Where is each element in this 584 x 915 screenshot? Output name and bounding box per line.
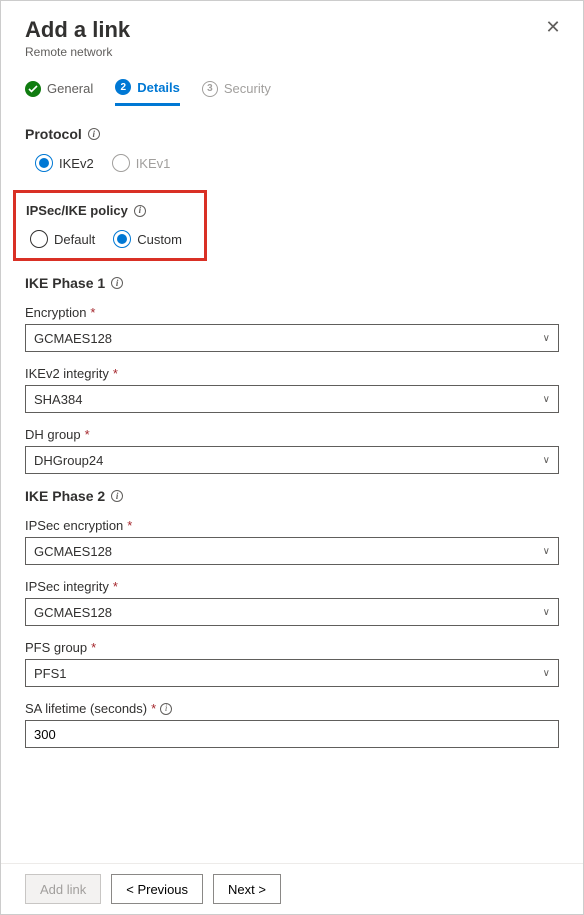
close-icon[interactable]: ✕	[545, 19, 561, 35]
info-icon[interactable]: i	[160, 703, 172, 715]
ipsec-policy-heading: IPSec/IKE policy i	[26, 203, 194, 218]
panel-subtitle: Remote network	[25, 45, 559, 59]
radio-ikev2[interactable]: IKEv2	[35, 154, 94, 172]
step-2-icon: 2	[115, 79, 131, 95]
ike-phase-1-heading: IKE Phase 1 i	[25, 275, 559, 291]
ipsec-integrity-value: GCMAES128	[34, 605, 112, 620]
info-icon[interactable]: i	[111, 490, 123, 502]
encryption-select[interactable]: GCMAES128 ∨	[25, 324, 559, 352]
ipsec-encryption-label: IPSec encryption*	[25, 518, 559, 533]
protocol-heading: Protocol i	[25, 126, 559, 142]
add-link-button: Add link	[25, 874, 101, 904]
tab-details-label: Details	[137, 80, 180, 95]
encryption-label: Encryption*	[25, 305, 559, 320]
sa-lifetime-input[interactable]	[25, 720, 559, 748]
info-icon[interactable]: i	[134, 205, 146, 217]
ipsec-encryption-select[interactable]: GCMAES128 ∨	[25, 537, 559, 565]
tab-general[interactable]: General	[25, 79, 93, 106]
chevron-down-icon: ∨	[543, 455, 550, 466]
next-button[interactable]: Next >	[213, 874, 281, 904]
radio-ikev1: IKEv1	[112, 154, 171, 172]
step-3-icon: 3	[202, 81, 218, 97]
ipsec-integrity-select[interactable]: GCMAES128 ∨	[25, 598, 559, 626]
radio-policy-default[interactable]: Default	[30, 230, 95, 248]
ikev2-integrity-select[interactable]: SHA384 ∨	[25, 385, 559, 413]
radio-ikev2-label: IKEv2	[59, 156, 94, 171]
ipsec-integrity-label: IPSec integrity*	[25, 579, 559, 594]
ike-phase-2-heading: IKE Phase 2 i	[25, 488, 559, 504]
chevron-down-icon: ∨	[543, 333, 550, 344]
tab-security-label: Security	[224, 81, 271, 96]
info-icon[interactable]: i	[88, 128, 100, 140]
dh-group-label: DH group*	[25, 427, 559, 442]
pfs-group-label: PFS group*	[25, 640, 559, 655]
tab-general-label: General	[47, 81, 93, 96]
tab-security: 3 Security	[202, 79, 271, 106]
chevron-down-icon: ∨	[543, 546, 550, 557]
dh-group-value: DHGroup24	[34, 453, 103, 468]
chevron-down-icon: ∨	[543, 394, 550, 405]
ikev2-integrity-label: IKEv2 integrity*	[25, 366, 559, 381]
dh-group-select[interactable]: DHGroup24 ∨	[25, 446, 559, 474]
info-icon[interactable]: i	[111, 277, 123, 289]
radio-ikev1-label: IKEv1	[136, 156, 171, 171]
panel-title: Add a link	[25, 17, 559, 43]
pfs-group-value: PFS1	[34, 666, 67, 681]
ipsec-policy-highlight: IPSec/IKE policy i Default Custom	[13, 190, 207, 261]
tab-details[interactable]: 2 Details	[115, 79, 180, 106]
ikev2-integrity-value: SHA384	[34, 392, 82, 407]
previous-button[interactable]: < Previous	[111, 874, 203, 904]
ipsec-encryption-value: GCMAES128	[34, 544, 112, 559]
encryption-value: GCMAES128	[34, 331, 112, 346]
chevron-down-icon: ∨	[543, 607, 550, 618]
radio-policy-custom[interactable]: Custom	[113, 230, 182, 248]
radio-custom-label: Custom	[137, 232, 182, 247]
chevron-down-icon: ∨	[543, 668, 550, 679]
pfs-group-select[interactable]: PFS1 ∨	[25, 659, 559, 687]
sa-lifetime-label: SA lifetime (seconds)* i	[25, 701, 559, 716]
checkmark-icon	[25, 81, 41, 97]
radio-default-label: Default	[54, 232, 95, 247]
